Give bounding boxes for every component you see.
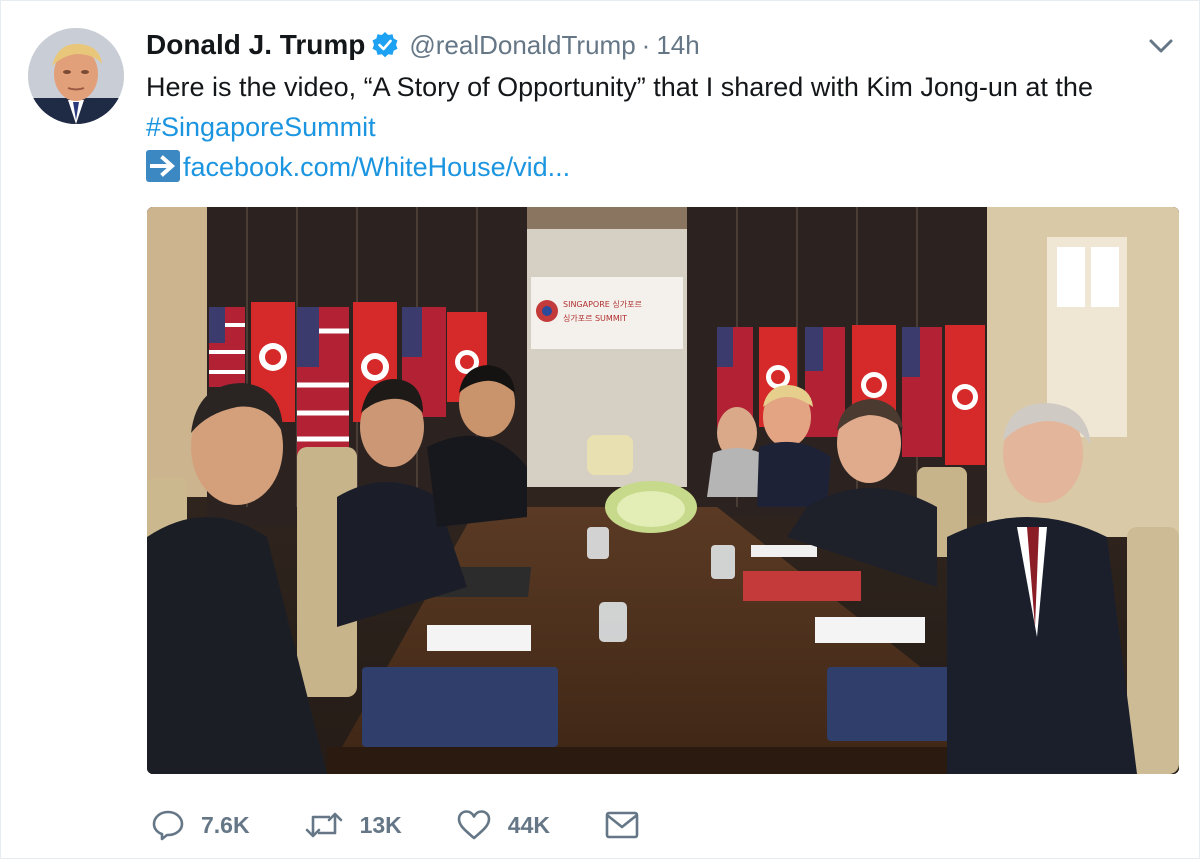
tweet-photo[interactable]: SINGAPORE 싱가포르 싱가포르 SUMMIT (147, 207, 1179, 774)
like-count: 44K (507, 811, 550, 838)
author-name[interactable]: Donald J. Trump (146, 29, 365, 61)
right-arrow-icon (146, 150, 180, 182)
hashtag-link[interactable]: #SingaporeSummit (146, 112, 376, 142)
external-link[interactable]: facebook.com/WhiteHouse/vid... (183, 152, 570, 182)
author-handle[interactable]: @realDonaldTrump (409, 30, 635, 61)
tweet-card: Donald J. Trump @realDonaldTrump · 14h H… (0, 0, 1200, 859)
meeting-photo-illustration: SINGAPORE 싱가포르 싱가포르 SUMMIT (147, 207, 1179, 774)
envelope-icon (604, 810, 640, 840)
chevron-down-icon[interactable] (1147, 35, 1175, 57)
summit-sign-text: SINGAPORE 싱가포르 (563, 299, 642, 309)
heart-icon (456, 808, 492, 842)
summit-sign-subtext: 싱가포르 SUMMIT (563, 313, 627, 323)
tweet-text: Here is the video, “A Story of Opportuni… (146, 67, 1176, 187)
retweet-count: 13K (359, 811, 402, 838)
tweet-text-line: Here is the video, “A Story of Opportuni… (146, 72, 1093, 102)
avatar-portrait-icon (28, 28, 124, 124)
tweet-actions: 7.6K 13K 44K (151, 805, 694, 845)
speech-bubble-icon (151, 808, 185, 842)
retweet-arrows-icon (304, 808, 344, 842)
verified-badge-icon (371, 31, 399, 59)
tweet-timestamp[interactable]: 14h (656, 30, 699, 61)
like-button[interactable]: 44K (456, 808, 550, 842)
direct-message-button[interactable] (604, 810, 640, 840)
author-avatar[interactable] (28, 28, 124, 124)
retweet-button[interactable]: 13K (304, 808, 402, 842)
tweet-header: Donald J. Trump @realDonaldTrump · 14h (146, 27, 700, 63)
reply-count: 7.6K (201, 811, 250, 838)
reply-button[interactable]: 7.6K (151, 808, 250, 842)
header-separator: · (641, 29, 651, 60)
